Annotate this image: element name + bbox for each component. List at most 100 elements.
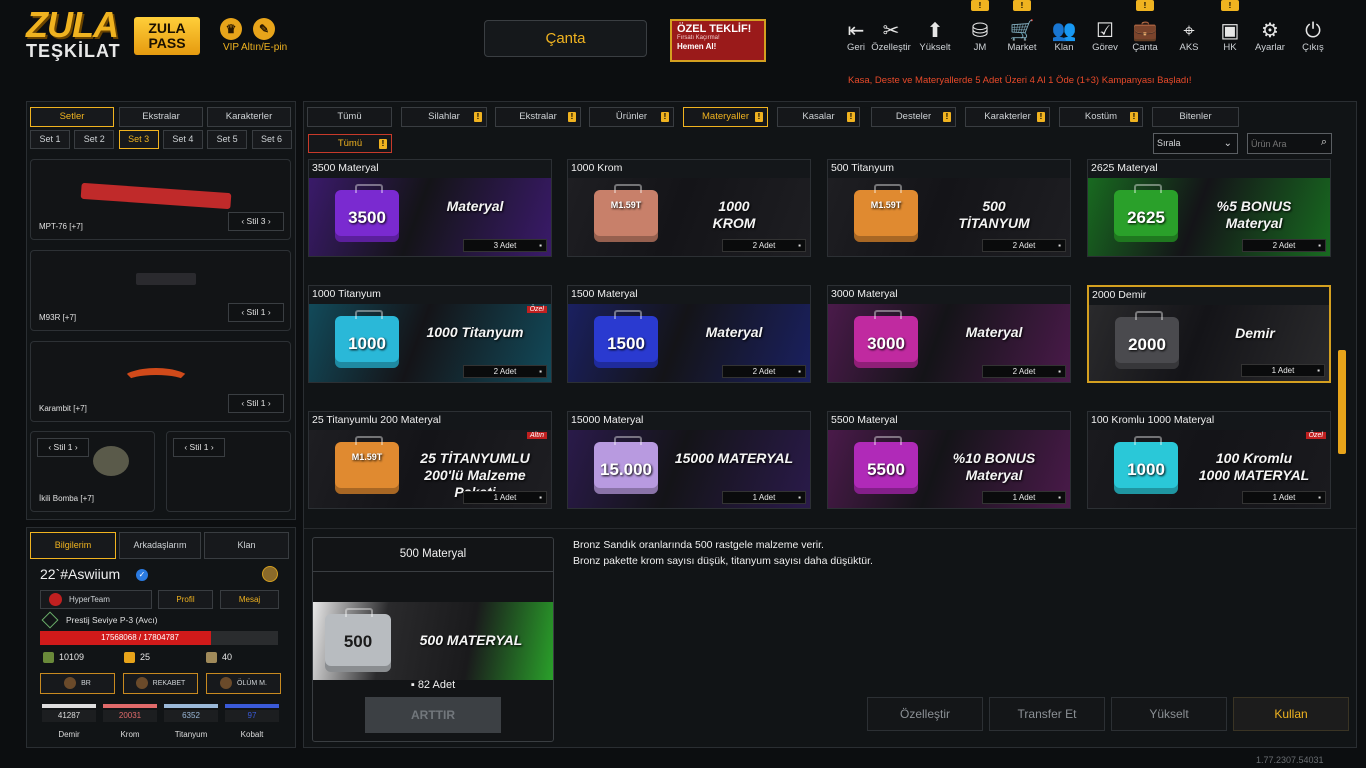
zula-logo: ZULA TEŞKİLAT <box>26 7 120 66</box>
item-count: 2 Adet <box>463 365 547 378</box>
weapon-name: İkili Bomba [+7] <box>39 494 94 503</box>
vip-button[interactable]: ♛ VIP <box>220 18 242 53</box>
weapon-slot-5[interactable]: ‹ Stil 1 › <box>166 431 291 512</box>
alert-icon: ! <box>379 139 387 149</box>
nav-cart-button[interactable]: ! 🛒 Market <box>1003 0 1041 53</box>
item-card[interactable]: 1000 Titanyum 1000 1000 Titanyum Özel 2 Adet <box>308 285 552 383</box>
item-card[interactable]: 1500 Materyal 1500 Materyal 2 Adet <box>567 285 811 383</box>
style-selector[interactable]: ‹ Stil 3 › <box>228 212 284 231</box>
tab-label: Kostüm <box>1084 111 1118 122</box>
crosshair-icon: ⌖ <box>1183 20 1195 42</box>
search-box[interactable]: ⌕ <box>1247 133 1332 154</box>
main-tab-2[interactable]: Ekstralar! <box>495 107 581 127</box>
zula-pass-button[interactable]: ZULA PASS <box>134 17 200 55</box>
increase-button[interactable]: ARTTIR <box>365 697 501 733</box>
team-button[interactable]: HyperTeam <box>40 590 152 609</box>
set-tab-6[interactable]: Set 6 <box>251 130 292 149</box>
set-tab-1[interactable]: Set 1 <box>30 130 70 149</box>
gold-button[interactable]: ✎ Altın/E-pin <box>241 18 287 53</box>
set-tab-4[interactable]: Set 4 <box>162 130 203 149</box>
item-title: 25 Titanyumlu 200 Materyal <box>312 414 441 426</box>
special-offer-button[interactable]: ÖZEL TEKLİF! Fırsatı Kaçırma! Hemen Al! <box>670 19 766 62</box>
action-button-2[interactable]: Yükselt <box>1111 697 1227 731</box>
material-color-bar <box>42 704 96 708</box>
item-card[interactable]: 15000 Materyal 15.000 15000 MATERYAL 1 Adet <box>567 411 811 509</box>
item-card[interactable]: 5500 Materyal 5500 %10 BONUS Materyal 1 Ade… <box>827 411 1071 509</box>
nav-gear-button[interactable]: ⚙ Ayarlar <box>1251 20 1289 53</box>
item-card[interactable]: 2000 Demir 2000 Demir 1 Adet <box>1087 285 1331 383</box>
left-tab-0[interactable]: Setler <box>30 107 114 127</box>
item-count: 3 Adet <box>463 239 547 252</box>
profile-tab-1[interactable]: Arkadaşlarım <box>119 532 201 559</box>
action-button-0[interactable]: Özelleştir <box>867 697 983 731</box>
item-card[interactable]: 2625 Materyal 2625 %5 BONUS Materyal 2 Adet <box>1087 159 1331 257</box>
weapon-slot-1[interactable]: MPT-76 [+7] ‹ Stil 3 › <box>30 159 291 240</box>
nav-bag-button[interactable]: ! 💼 Çanta <box>1126 0 1164 53</box>
item-card[interactable]: 100 Kromlu 1000 Materyal 1000 100 Kromlu 1… <box>1087 411 1331 509</box>
item-slogan: Materyal <box>965 324 1023 340</box>
item-card[interactable]: 3000 Materyal 3000 Materyal 2 Adet <box>827 285 1071 383</box>
profile-tab-2[interactable]: Klan <box>204 532 289 559</box>
set-tab-2[interactable]: Set 2 <box>74 130 115 149</box>
weapon-slot-2[interactable]: M93R [+7] ‹ Stil 1 › <box>30 250 291 331</box>
main-tab-1[interactable]: Silahlar! <box>401 107 487 127</box>
item-tag: Özel <box>526 306 547 313</box>
team-name: HyperTeam <box>69 595 110 604</box>
main-tab-3[interactable]: Ürünler! <box>589 107 674 127</box>
item-card[interactable]: 25 Titanyumlu 200 Materyal M1.59T 25 TİTAN… <box>308 411 552 509</box>
weapon-slot-4[interactable]: İkili Bomba [+7] ‹ Stil 1 › <box>30 431 155 512</box>
weapon-slot-3[interactable]: Karambit [+7] ‹ Stil 1 › <box>30 341 291 422</box>
xp-bar: 17568068 / 17804787 <box>40 631 278 645</box>
style-selector[interactable]: ‹ Stil 1 › <box>228 303 284 322</box>
profile-button[interactable]: Profil <box>158 590 213 609</box>
style-selector[interactable]: ‹ Stil 1 › <box>228 394 284 413</box>
xp-text: 17568068 / 17804787 <box>101 633 179 642</box>
nav-tools-button[interactable]: ✂ Özelleştir <box>867 20 915 53</box>
item-card[interactable]: 3500 Materyal 3500 Materyal 3 Adet <box>308 159 552 257</box>
left-tab-1[interactable]: Ekstralar <box>119 107 203 127</box>
nav-label: Özelleştir <box>871 42 911 53</box>
message-button[interactable]: Mesaj <box>220 590 279 609</box>
item-card[interactable]: 500 Titanyum M1.59T 500 TİTANYUM 2 Adet <box>827 159 1071 257</box>
chevron-down-icon: ⌄ <box>1223 138 1232 149</box>
main-tab-6[interactable]: Desteler! <box>871 107 956 127</box>
style-selector[interactable]: ‹ Stil 1 › <box>173 438 225 457</box>
task-icon: ☑ <box>1096 20 1114 42</box>
nav-power-button[interactable]: ⏻ Çıkış <box>1294 20 1332 53</box>
main-tab-5[interactable]: Kasalar! <box>777 107 860 127</box>
set-tab-3[interactable]: Set 3 <box>118 130 159 149</box>
alert-icon: ! <box>661 112 669 122</box>
subtab-all[interactable]: Tümü! <box>308 134 392 153</box>
mode-icon <box>64 677 77 690</box>
scrollbar-thumb[interactable] <box>1338 350 1346 454</box>
set-tab-5[interactable]: Set 5 <box>207 130 248 149</box>
action-button-1[interactable]: Transfer Et <box>989 697 1105 731</box>
style-selector[interactable]: ‹ Stil 1 › <box>37 438 89 457</box>
mode-button-0[interactable]: BR <box>40 673 115 694</box>
main-tab-0[interactable]: Tümü <box>307 107 392 127</box>
item-count: 2 Adet <box>722 365 806 378</box>
main-tab-7[interactable]: Karakterler! <box>965 107 1050 127</box>
nav-coins-button[interactable]: ! ⛁ JM <box>961 0 999 53</box>
item-card[interactable]: 1000 Krom M1.59T 1000 KROM 2 Adet <box>567 159 811 257</box>
tab-label: Desteler <box>895 111 932 122</box>
mode-icon <box>220 677 233 690</box>
main-tab-8[interactable]: Kostüm! <box>1059 107 1143 127</box>
nav-crosshair-button[interactable]: ⌖ AKS <box>1170 20 1208 53</box>
bag-title-button[interactable]: Çanta <box>484 20 647 57</box>
mode-button-2[interactable]: ÖLÜM M. <box>206 673 281 694</box>
profile-tab-0[interactable]: Bilgilerim <box>30 532 116 559</box>
main-tab-9[interactable]: Bitenler <box>1152 107 1239 127</box>
mode-button-1[interactable]: REKABET <box>123 673 198 694</box>
nav-clan-button[interactable]: 👥 Klan <box>1045 20 1083 53</box>
nav-task-button[interactable]: ☑ Görev <box>1086 20 1124 53</box>
nav-upgrade-button[interactable]: ⬆ Yükselt <box>915 20 955 53</box>
nav-wallet-button[interactable]: ! ▣ HK <box>1211 0 1249 53</box>
action-button-3[interactable]: Kullan <box>1233 697 1349 731</box>
sort-dropdown[interactable]: Sırala ⌄ <box>1153 133 1238 154</box>
main-tab-4[interactable]: Materyaller! <box>683 107 768 127</box>
left-tab-2[interactable]: Karakterler <box>207 107 291 127</box>
case-icon: 1000 <box>1114 436 1178 494</box>
search-input[interactable] <box>1248 134 1316 154</box>
style-label: Stil 1 <box>189 442 209 452</box>
